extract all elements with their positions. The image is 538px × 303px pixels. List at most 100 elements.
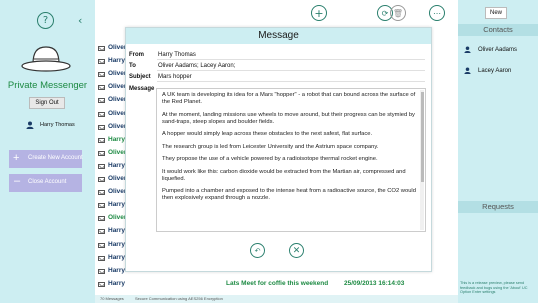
more-icon[interactable]: ⋯ bbox=[429, 5, 445, 21]
message-sender: Oliver bbox=[108, 175, 127, 182]
message-row[interactable]: Oliver bbox=[98, 175, 128, 187]
message-sender: Oliver bbox=[108, 188, 127, 196]
envelope-icon bbox=[98, 111, 105, 117]
contact-item[interactable]: Lacey Aaron bbox=[478, 68, 511, 74]
envelope-icon bbox=[98, 177, 105, 182]
message-row[interactable]: Oliver bbox=[98, 123, 128, 135]
message-paragraph: A UK team is developing its idea for a M… bbox=[162, 92, 416, 105]
contacts-header: Contacts bbox=[458, 24, 538, 36]
message-sender: Oliver bbox=[108, 70, 127, 78]
right-panel: New Contacts Oliver Aadams Lacey Aaron R… bbox=[458, 0, 538, 303]
contact-icon bbox=[464, 46, 471, 53]
message-row[interactable]: Harry bbox=[98, 162, 128, 174]
envelope-icon bbox=[98, 124, 105, 130]
message-sender: Harry bbox=[108, 201, 125, 209]
add-icon[interactable]: + bbox=[311, 5, 327, 21]
from-label: From bbox=[129, 52, 144, 58]
message-row[interactable]: Harry bbox=[98, 254, 128, 266]
message-row[interactable]: Oliver bbox=[98, 149, 128, 161]
last-message-subject[interactable]: Lats Meet for coffie this weekend bbox=[226, 280, 328, 287]
sign-out-button[interactable]: Sign Out bbox=[29, 97, 65, 109]
message-paragraph: A hopper would simply leap across these … bbox=[162, 131, 373, 137]
message-dialog: Message From Harry Thomas To Oliver Aada… bbox=[125, 27, 432, 272]
message-row[interactable]: Oliver bbox=[98, 44, 128, 56]
contact-item[interactable]: Oliver Aadams bbox=[478, 47, 517, 53]
subject-label: Subject bbox=[129, 74, 151, 80]
envelope-icon bbox=[98, 46, 105, 51]
message-paragraph: At the moment, landing missions use whee… bbox=[162, 111, 415, 125]
message-sender: Harry bbox=[108, 279, 125, 287]
envelope-icon bbox=[98, 216, 105, 222]
message-sender: Harry bbox=[108, 266, 125, 274]
from-field bbox=[157, 50, 425, 60]
contact-icon bbox=[464, 67, 471, 74]
close-account-button[interactable]: – Close Account bbox=[9, 174, 82, 192]
message-sender: Oliver bbox=[108, 214, 127, 222]
new-button[interactable]: New bbox=[485, 7, 507, 19]
create-account-button[interactable]: + Create New Account bbox=[9, 150, 83, 168]
user-icon bbox=[26, 121, 34, 129]
envelope-icon bbox=[98, 203, 105, 209]
left-panel: ? ‹ Private Messenger Sign Out Harry Tho… bbox=[0, 0, 95, 303]
message-paragraph: Pumped into a chamber and exposed to the… bbox=[162, 188, 416, 201]
status-bar: 70 Messages Secure Communication using A… bbox=[95, 295, 458, 303]
message-sender: Oliver bbox=[108, 122, 127, 130]
message-sender: Oliver bbox=[108, 83, 127, 91]
envelope-icon bbox=[98, 59, 105, 65]
message-sender: Harry bbox=[108, 135, 125, 143]
envelope-icon bbox=[98, 72, 105, 78]
hat-icon bbox=[21, 46, 71, 72]
close-account-label: Close Account bbox=[28, 179, 67, 185]
subject-value: Mars hopper bbox=[158, 74, 192, 80]
chevron-left-icon[interactable]: ‹ bbox=[78, 14, 82, 27]
message-body[interactable]: A UK team is developing its idea for a M… bbox=[156, 88, 426, 232]
dialog-title: Message bbox=[126, 28, 431, 44]
message-paragraph: It would work like this: carbon dioxide … bbox=[162, 168, 406, 182]
message-sender: Harry bbox=[108, 161, 125, 169]
requests-header: Requests bbox=[458, 201, 538, 213]
message-row[interactable]: Harry bbox=[98, 201, 128, 213]
from-value: Harry Thomas bbox=[158, 52, 196, 58]
message-row[interactable]: Harry bbox=[98, 136, 128, 148]
message-row[interactable]: Harry bbox=[98, 280, 128, 292]
message-sender: Harry bbox=[108, 227, 125, 235]
trash-icon[interactable]: 🗑 bbox=[390, 5, 406, 21]
message-sender: Oliver bbox=[108, 96, 127, 104]
to-value: Oliver Aadams; Lacey Aaron; bbox=[158, 63, 236, 69]
message-row[interactable]: Oliver bbox=[98, 70, 128, 82]
message-row[interactable]: Harry bbox=[98, 227, 128, 239]
message-paragraph: They propose the use of a vehicle powere… bbox=[162, 156, 378, 162]
message-sender: Oliver bbox=[108, 109, 127, 117]
message-sender: Harry bbox=[108, 240, 125, 248]
envelope-icon bbox=[98, 281, 105, 287]
envelope-icon bbox=[98, 190, 105, 196]
release-notice: This is a release preview, please send f… bbox=[460, 281, 528, 294]
message-row[interactable]: Oliver bbox=[98, 83, 128, 95]
message-row[interactable]: Oliver bbox=[98, 96, 128, 108]
envelope-icon bbox=[98, 268, 105, 274]
close-icon[interactable]: ✕ bbox=[289, 243, 304, 258]
last-message-date: 25/09/2013 16:14:03 bbox=[344, 280, 405, 287]
envelope-icon bbox=[98, 255, 105, 261]
envelope-icon bbox=[98, 150, 105, 156]
current-user: Harry Thomas bbox=[40, 122, 75, 128]
message-label: Message bbox=[129, 86, 155, 92]
encryption-status: Secure Communication using AES256 Encryp… bbox=[135, 296, 223, 301]
message-text: A UK team is developing its idea for a M… bbox=[157, 89, 425, 202]
envelope-icon bbox=[98, 85, 105, 91]
envelope-icon bbox=[98, 163, 105, 169]
message-row[interactable]: Oliver bbox=[98, 188, 128, 200]
envelope-icon bbox=[98, 242, 105, 248]
help-icon[interactable]: ? bbox=[37, 12, 54, 29]
message-row[interactable]: Harry bbox=[98, 57, 128, 69]
message-scrollbar-thumb[interactable] bbox=[421, 92, 424, 182]
message-row[interactable]: Harry bbox=[98, 267, 128, 279]
plus-icon: + bbox=[13, 152, 20, 164]
message-row[interactable]: Harry bbox=[98, 241, 128, 253]
message-sender: Oliver bbox=[108, 148, 127, 156]
envelope-icon bbox=[98, 229, 105, 235]
message-row[interactable]: Oliver bbox=[98, 214, 128, 226]
minus-icon: – bbox=[14, 175, 21, 187]
reply-icon[interactable]: ↶ bbox=[250, 243, 265, 258]
message-row[interactable]: Oliver bbox=[98, 110, 128, 122]
